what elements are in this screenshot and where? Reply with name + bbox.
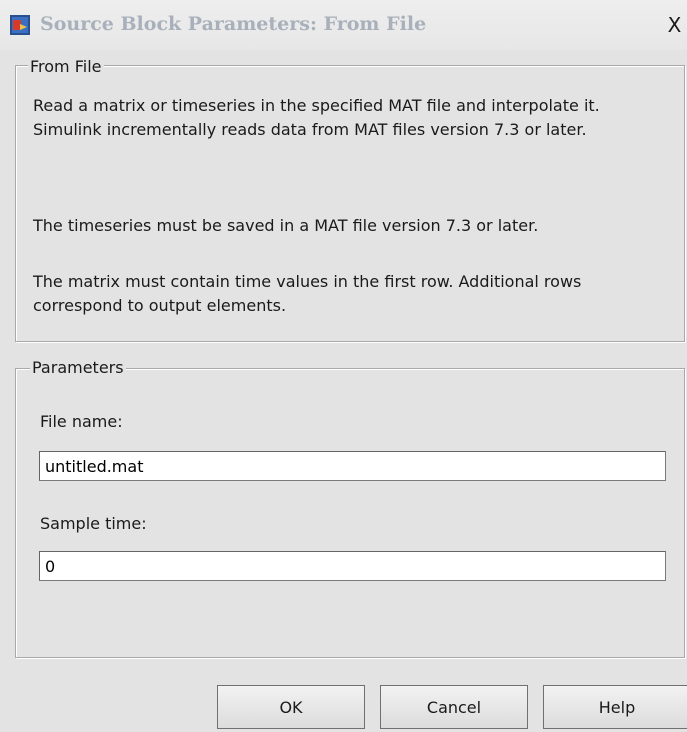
help-button[interactable]: Help	[543, 685, 687, 729]
description-text-3: The matrix must contain time values in t…	[33, 272, 582, 315]
sample-time-label: Sample time:	[40, 514, 147, 533]
description-paragraph-3: The matrix must contain time values in t…	[33, 270, 673, 318]
description-text-1: Read a matrix or timeseries in the speci…	[33, 96, 600, 139]
file-name-input[interactable]	[39, 451, 666, 481]
description-paragraph-2: The timeseries must be saved in a MAT fi…	[33, 214, 673, 238]
cancel-button[interactable]: Cancel	[380, 685, 528, 729]
description-text-2: The timeseries must be saved in a MAT fi…	[33, 216, 539, 235]
parameters-legend: Parameters	[30, 358, 126, 377]
description-paragraph-1: Read a matrix or timeseries in the speci…	[33, 94, 673, 142]
close-button[interactable]: X	[662, 12, 687, 38]
from-file-legend: From File	[28, 57, 104, 76]
window-title: Source Block Parameters: From File	[40, 13, 427, 35]
file-name-label: File name:	[40, 412, 123, 431]
simulink-block-icon	[10, 15, 30, 35]
title-bar[interactable]: Source Block Parameters: From File X	[0, 0, 687, 50]
ok-button[interactable]: OK	[217, 685, 365, 729]
sample-time-input[interactable]	[39, 551, 666, 581]
